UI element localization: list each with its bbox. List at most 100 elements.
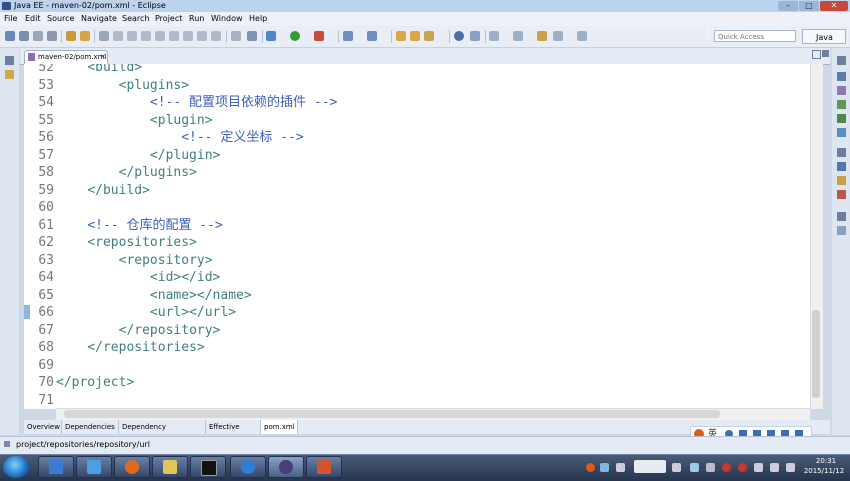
toggle-mark-icon[interactable]	[99, 31, 109, 41]
tray-arrow-icon[interactable]	[690, 463, 699, 472]
save-icon[interactable]	[19, 31, 29, 41]
tab-dependency-hierarchy[interactable]: Dependency Hierarchy	[119, 420, 206, 445]
menu-navigate[interactable]: Navigate	[81, 12, 117, 26]
snippets-icon[interactable]	[837, 176, 846, 185]
close-window-button[interactable]: ✕	[820, 1, 848, 11]
code-text[interactable]: </plugin>	[56, 147, 220, 165]
code-line[interactable]: 61 <!-- 仓库的配置 -->	[24, 217, 810, 235]
code-line[interactable]: 64 <id></id>	[24, 269, 810, 287]
servers-icon[interactable]	[837, 114, 846, 123]
code-text[interactable]: <!-- 定义坐标 -->	[56, 129, 303, 147]
tray-power-icon[interactable]	[786, 463, 795, 472]
tray-record-icon[interactable]	[722, 463, 731, 472]
minimize-editor-icon[interactable]	[812, 50, 821, 59]
maximize-button[interactable]: □	[799, 1, 819, 11]
new-server-icon[interactable]	[343, 31, 353, 41]
horizontal-scroll-thumb[interactable]	[64, 410, 720, 418]
code-text[interactable]: </plugins>	[56, 164, 197, 182]
start-button[interactable]	[3, 456, 29, 478]
close-tab-icon[interactable]: ✕	[100, 51, 106, 63]
tab-effective-pom[interactable]: Effective POM	[206, 420, 261, 445]
console-icon[interactable]	[837, 162, 846, 171]
code-line[interactable]: 69	[24, 357, 810, 375]
code-line[interactable]: 52 <build>	[24, 64, 810, 77]
restore-view-icon[interactable]	[5, 56, 14, 65]
open-resource-icon[interactable]	[80, 31, 90, 41]
new-icon[interactable]	[5, 31, 15, 41]
drop-to-frame-icon[interactable]	[231, 31, 241, 41]
tray-alert-icon[interactable]	[738, 463, 747, 472]
step-return-icon[interactable]	[211, 31, 221, 41]
tray-keyboard-icon[interactable]	[672, 463, 681, 472]
code-line[interactable]: 66 <url></url>	[24, 304, 810, 322]
run-icon[interactable]	[290, 31, 300, 41]
code-text[interactable]: <!-- 仓库的配置 -->	[56, 217, 222, 235]
code-text[interactable]: </build>	[56, 182, 150, 200]
outline-icon[interactable]	[837, 72, 846, 81]
code-text[interactable]: <plugin>	[56, 112, 213, 130]
debug-icon[interactable]	[266, 31, 276, 41]
project-explorer-icon[interactable]	[5, 70, 14, 79]
next-annotation-icon[interactable]	[489, 31, 499, 41]
forward-icon[interactable]	[577, 31, 587, 41]
code-text[interactable]: <repositories>	[56, 234, 197, 252]
menu-source[interactable]: Source	[47, 12, 74, 26]
step-over-icon[interactable]	[197, 31, 207, 41]
code-line[interactable]: 71	[24, 392, 810, 410]
restore-lower-icon[interactable]	[837, 212, 846, 221]
restore-bottom-icon[interactable]	[837, 148, 846, 157]
restore-right-icon[interactable]	[837, 56, 846, 65]
properties-icon[interactable]	[837, 226, 846, 235]
code-text[interactable]: </repositories>	[56, 339, 204, 357]
code-line[interactable]: 54 <!-- 配置项目依赖的插件 -->	[24, 94, 810, 112]
save-all-icon[interactable]	[33, 31, 43, 41]
tray-flag-icon[interactable]	[770, 463, 779, 472]
tray-pen-icon[interactable]	[616, 463, 625, 472]
skip-breakpoints-icon[interactable]	[113, 31, 123, 41]
code-line[interactable]: 58 </plugins>	[24, 164, 810, 182]
tray-volume-icon[interactable]	[754, 463, 763, 472]
tray-sogou-icon[interactable]	[586, 463, 595, 472]
code-text[interactable]: </project>	[56, 374, 134, 392]
tab-pom-xml[interactable]: pom.xml	[261, 420, 298, 434]
menu-window[interactable]: Window	[211, 12, 243, 26]
menu-file[interactable]: File	[4, 12, 17, 26]
tab-overview[interactable]: Overview	[24, 420, 62, 434]
code-text[interactable]: <name></name>	[56, 287, 252, 305]
code-text[interactable]: <plugins>	[56, 77, 189, 95]
code-line[interactable]: 57 </plugin>	[24, 147, 810, 165]
minimize-button[interactable]: –	[778, 1, 798, 11]
menu-run[interactable]: Run	[189, 12, 204, 26]
code-text[interactable]: <url></url>	[56, 304, 236, 322]
open-type-icon[interactable]	[66, 31, 76, 41]
suspend-icon[interactable]	[141, 31, 151, 41]
vertical-scroll-thumb[interactable]	[812, 310, 820, 398]
code-line[interactable]: 70 </project>	[24, 374, 810, 392]
menu-project[interactable]: Project	[155, 12, 182, 26]
code-line[interactable]: 53 <plugins>	[24, 77, 810, 95]
step-into-icon[interactable]	[183, 31, 193, 41]
previous-annotation-icon[interactable]	[513, 31, 523, 41]
resume-icon[interactable]	[127, 31, 137, 41]
code-text[interactable]: <id></id>	[56, 269, 220, 287]
new-package-icon[interactable]	[396, 31, 406, 41]
code-text[interactable]: <build>	[56, 64, 142, 77]
annotation-next-icon[interactable]	[470, 31, 480, 41]
code-text[interactable]: <!-- 配置项目依赖的插件 -->	[56, 94, 337, 112]
code-line[interactable]: 60	[24, 199, 810, 217]
external-tools-icon[interactable]	[314, 31, 324, 41]
print-icon[interactable]	[47, 31, 57, 41]
use-step-filters-icon[interactable]	[247, 31, 257, 41]
code-text[interactable]: <repository>	[56, 252, 213, 270]
code-line[interactable]: 65 <name></name>	[24, 287, 810, 305]
menu-help[interactable]: Help	[249, 12, 267, 26]
menu-search[interactable]: Search	[122, 12, 149, 26]
task-list-icon[interactable]	[837, 86, 846, 95]
code-text[interactable]: </repository>	[56, 322, 221, 340]
maximize-editor-icon[interactable]	[822, 50, 829, 57]
code-line[interactable]: 63 <repository>	[24, 252, 810, 270]
clock-date[interactable]: 2015/11/12	[800, 466, 848, 476]
code-line[interactable]: 62 <repositories>	[24, 234, 810, 252]
search-icon[interactable]	[424, 31, 434, 41]
code-line[interactable]: 55 <plugin>	[24, 112, 810, 130]
